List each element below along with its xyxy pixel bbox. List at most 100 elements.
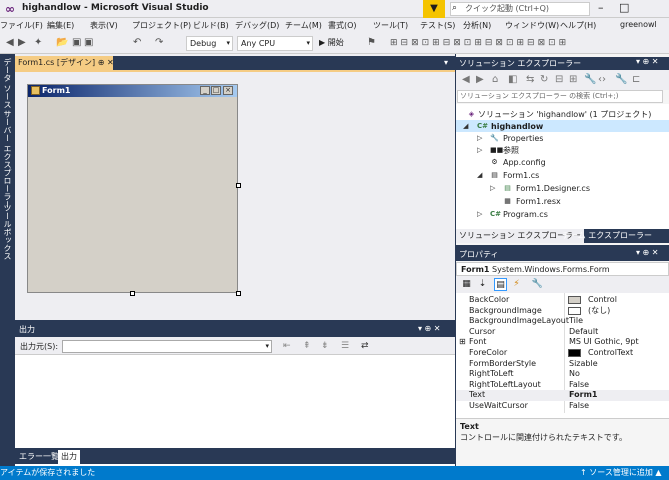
panel-controls[interactable]: ▾ ⊕ ✕ — [636, 57, 659, 66]
next-message-icon[interactable]: ⇟ — [321, 341, 329, 351]
show-all-icon[interactable]: ⊞ — [569, 74, 577, 85]
menu-tools[interactable]: ツール(T) — [373, 20, 408, 31]
menu-build[interactable]: ビルド(B) — [193, 20, 229, 31]
property-row-selected[interactable]: Text Form1 — [456, 390, 669, 401]
property-row[interactable]: ⊞ Font MS UI Gothic, 9pt — [456, 337, 669, 348]
minimize-icon[interactable]: – — [598, 1, 604, 14]
sync-icon[interactable]: ⇆ — [526, 74, 534, 85]
properties-icon[interactable]: 🔧 — [584, 74, 596, 85]
property-row[interactable]: RightToLeft No — [456, 369, 669, 380]
user-name[interactable]: greenowl — [620, 20, 657, 29]
property-row[interactable]: UseWaitCursor False — [456, 401, 669, 412]
property-row[interactable]: BackColor Control — [456, 295, 669, 306]
find-message-icon[interactable]: ⇤ — [283, 341, 291, 351]
save-icon[interactable]: ▣ — [72, 37, 81, 49]
save-all-icon[interactable]: ▣ — [84, 37, 93, 49]
add-to-source-control-button[interactable]: ↑ ソース管理に追加 ▲ — [580, 466, 662, 480]
menu-help[interactable]: ヘルプ(H) — [560, 20, 596, 31]
clear-all-icon[interactable]: ☰ — [341, 341, 349, 351]
resize-handle-bottom[interactable] — [130, 291, 135, 296]
alphabetical-icon[interactable]: ⇣ — [476, 278, 489, 291]
open-icon[interactable]: 📂 — [56, 37, 68, 49]
events-icon[interactable]: ⚡ — [510, 278, 523, 291]
start-button[interactable]: ▶ 開始 — [319, 37, 344, 49]
tree-item-solution[interactable]: ソリューション 'highandlow' (1 プロジェクト) — [478, 109, 651, 120]
close-icon[interactable]: ✕ — [107, 58, 114, 67]
expanded-arrow-icon[interactable]: ◢ — [477, 171, 482, 179]
prev-message-icon[interactable]: ⇞ — [303, 341, 311, 351]
panel-controls[interactable]: ▾ ⊕ ✕ — [636, 248, 659, 257]
tab-form1-design[interactable]: Form1.cs [デザイン] ⊕ ✕ — [15, 56, 114, 70]
categorized-icon[interactable]: ▦ — [460, 278, 473, 291]
tab-output[interactable]: 出力 — [58, 450, 80, 464]
collapsed-arrow-icon[interactable]: ▷ — [477, 210, 482, 218]
tree-item-properties[interactable]: Properties — [503, 133, 543, 144]
menu-edit[interactable]: 編集(E) — [47, 20, 74, 31]
tree-item-form1-resx[interactable]: Form1.resx — [516, 196, 561, 207]
properties-view-icon[interactable]: ▤ — [494, 278, 507, 291]
notification-flag-icon[interactable]: ▼ — [423, 0, 445, 18]
layout-tools-icon[interactable]: ⊞⊟⊠⊡⊞⊟⊠⊡⊞⊟⊠⊡⊞⊟⊠⊡⊞ — [390, 37, 569, 49]
resize-handle-corner[interactable] — [236, 291, 241, 296]
forward-icon[interactable]: ▶ — [476, 74, 484, 85]
collapsed-arrow-icon[interactable]: ▷ — [490, 184, 495, 192]
menu-project[interactable]: プロジェクト(P) — [132, 20, 191, 31]
expanded-arrow-icon[interactable]: ◢ — [463, 122, 468, 130]
maximize-icon[interactable]: □ — [619, 1, 629, 14]
menu-team[interactable]: チーム(M) — [285, 20, 322, 31]
form1-window[interactable] — [27, 84, 238, 293]
menu-window[interactable]: ウィンドウ(W) — [505, 20, 559, 31]
views-icon[interactable]: ◧ — [508, 74, 517, 85]
collapse-icon[interactable]: ⊟ — [555, 74, 563, 85]
view-code-icon[interactable]: ‹› — [598, 74, 606, 85]
menu-format[interactable]: 書式(O) — [328, 20, 357, 31]
panel-controls[interactable]: ▾ ⊕ ✕ — [418, 324, 441, 333]
forward-icon[interactable]: ▶ — [18, 37, 26, 49]
platform-select[interactable]: Any CPU ▾ — [237, 36, 313, 51]
window-controls[interactable]: – □ — [598, 1, 629, 14]
menu-debug[interactable]: デバッグ(D) — [235, 20, 279, 31]
undo-icon[interactable]: ↶ — [133, 37, 141, 49]
browser-link-icon[interactable]: ⚑ — [367, 37, 376, 49]
word-wrap-icon[interactable]: ⇄ — [361, 341, 369, 351]
home-icon[interactable]: ⌂ — [492, 74, 498, 85]
property-row[interactable]: RightToLeftLayout False — [456, 380, 669, 391]
tab-team-explorer[interactable]: チーム エクスプローラー — [559, 229, 655, 243]
pin-icon[interactable]: ⊕ — [98, 58, 105, 67]
object-selector[interactable]: Form1 System.Windows.Forms.Form — [456, 262, 669, 276]
tree-item-form1-designer[interactable]: Form1.Designer.cs — [516, 183, 590, 194]
collapsed-arrow-icon[interactable]: ▷ — [477, 146, 482, 154]
expand-plus-icon[interactable]: ⊞ — [459, 337, 466, 348]
preview-icon[interactable]: ⊏ — [632, 74, 640, 85]
output-source-select[interactable]: ▾ — [62, 340, 272, 353]
tree-item-project[interactable]: highandlow — [491, 121, 543, 132]
property-row[interactable]: Cursor Default — [456, 327, 669, 338]
menu-file[interactable]: ファイル(F) — [0, 20, 43, 31]
property-row[interactable]: BackgroundImage (なし) — [456, 306, 669, 317]
wrench-icon[interactable]: 🔧 — [615, 74, 627, 85]
property-pages-icon[interactable]: 🔧 — [531, 278, 544, 291]
property-row[interactable]: BackgroundImageLayout Tile — [456, 316, 669, 327]
property-row[interactable]: FormBorderStyle Sizable — [456, 359, 669, 370]
new-project-icon[interactable]: ✦ — [34, 37, 42, 49]
quick-launch-input[interactable]: クイック起動 (Ctrl+Q) — [450, 2, 590, 16]
menu-analyze[interactable]: 分析(N) — [463, 20, 491, 31]
solution-search-input[interactable]: ソリューション エクスプローラー の検索 (Ctrl+;) — [457, 90, 663, 103]
server-explorer-tab[interactable]: サーバー エクスプローラー — [0, 110, 13, 209]
collapsed-arrow-icon[interactable]: ▷ — [477, 134, 482, 142]
back-icon[interactable]: ◀ — [462, 74, 470, 85]
menu-view[interactable]: 表示(V) — [90, 20, 118, 31]
toolbox-tab[interactable]: ツールボックス — [0, 204, 13, 260]
tree-item-form1[interactable]: Form1.cs — [503, 170, 539, 181]
back-icon[interactable]: ◀ — [6, 37, 14, 49]
tree-item-references[interactable]: 参照 — [503, 145, 519, 156]
menu-test[interactable]: テスト(S) — [420, 20, 455, 31]
data-sources-tab[interactable]: データ ソース — [0, 58, 13, 109]
property-row[interactable]: ForeColor ControlText — [456, 348, 669, 359]
tree-item-app-config[interactable]: App.config — [503, 157, 546, 168]
tree-item-program[interactable]: Program.cs — [503, 209, 548, 220]
tab-error-list[interactable]: エラー一覧 — [16, 450, 62, 464]
redo-icon[interactable]: ↷ — [155, 37, 163, 49]
resize-handle-right[interactable] — [236, 183, 241, 188]
chevron-down-icon[interactable]: ▾ — [444, 58, 448, 67]
